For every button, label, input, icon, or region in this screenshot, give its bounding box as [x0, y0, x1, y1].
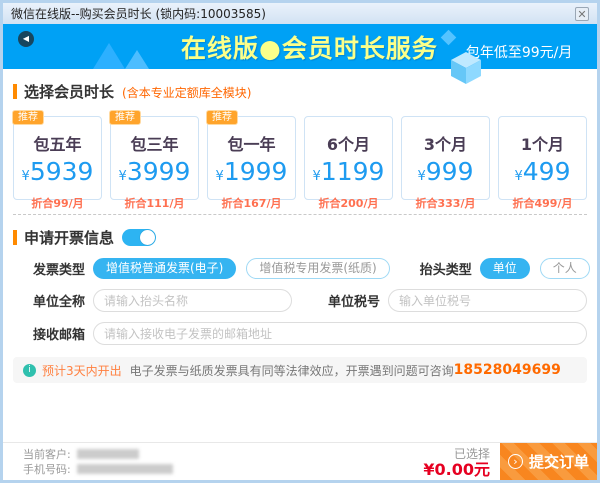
tax-number-group: 单位税号 [308, 289, 587, 312]
price-value: 3999 [127, 157, 191, 186]
plan-card-6month[interactable]: 6个月 ¥1199 折合200/月 [304, 116, 393, 200]
price-value: 999 [426, 157, 474, 186]
plan-section-note: (含本专业定额库全模块) [122, 82, 251, 101]
plan-name: 3个月 [402, 131, 489, 155]
plan-card-1year[interactable]: 推荐 包一年 ¥1999 折合167/月 [207, 116, 296, 200]
plan-name: 包五年 [14, 131, 101, 155]
plan-card-3year[interactable]: 推荐 包三年 ¥3999 折合111/月 [110, 116, 199, 200]
invoice-notice: i 预计3天内开出 电子发票与纸质发票具有同等法律效应，开票遇到问题可咨询 18… [13, 357, 587, 383]
currency-symbol: ¥ [216, 169, 224, 184]
plan-cards: 推荐 包五年 ¥5939 折合99/月 推荐 包三年 ¥3999 折合111/月… [13, 116, 587, 200]
info-icon: i [23, 364, 36, 377]
plan-price: ¥5939 [14, 159, 101, 190]
plan-name: 包一年 [208, 131, 295, 155]
banner-header: ◀ 在线版●会员时长服务 包年低至99元/月 [3, 24, 597, 69]
header-type-personal[interactable]: 个人 [540, 258, 590, 279]
plan-per-month: 折合167/月 [208, 195, 295, 211]
email-input[interactable] [93, 322, 587, 345]
customer-label: 当前客户: [23, 447, 71, 462]
plan-per-month: 折合99/月 [14, 195, 101, 211]
email-row: 接收邮箱 [13, 322, 587, 345]
triangle-decoration [93, 43, 125, 69]
selected-amount: ¥0.00元 [423, 462, 490, 478]
customer-name-redacted [77, 449, 139, 459]
header-subtitle: 包年低至99元/月 [466, 42, 573, 62]
selection-summary: 已选择 ¥0.00元 [423, 446, 490, 478]
dialog-content: 选择会员时长 (含本专业定额库全模块) 推荐 包五年 ¥5939 折合99/月 … [3, 81, 597, 383]
company-name-label: 单位全称 [13, 291, 85, 310]
notice-phone: 18528049699 [454, 362, 561, 378]
toggle-knob [140, 230, 155, 245]
section-divider [13, 214, 587, 215]
invoice-type-paper[interactable]: 增值税专用发票(纸质) [246, 258, 389, 279]
notice-highlight: 预计3天内开出 [42, 362, 122, 379]
customer-phone-redacted [77, 464, 173, 474]
company-name-input[interactable] [93, 289, 292, 312]
submit-label: 提交订单 [529, 451, 589, 472]
triangle-decoration [125, 50, 149, 69]
window-title: 微信在线版--购买会员时长 (锁内码:10003585) [11, 5, 575, 22]
page-title: 在线版●会员时长服务 [181, 29, 438, 65]
recommend-badge: 推荐 [109, 110, 141, 125]
plan-price: ¥3999 [111, 159, 198, 190]
plan-card-3month[interactable]: 3个月 ¥999 折合333/月 [401, 116, 490, 200]
plan-per-month: 折合333/月 [402, 195, 489, 211]
plan-card-1month[interactable]: 1个月 ¥499 折合499/月 [498, 116, 587, 200]
section-bar [13, 84, 17, 99]
recommend-badge: 推荐 [206, 110, 238, 125]
tax-number-input[interactable] [388, 289, 587, 312]
header-type-company[interactable]: 单位 [480, 258, 530, 279]
plan-name: 6个月 [305, 131, 392, 155]
invoice-toggle[interactable] [122, 229, 156, 246]
purchase-dialog: 微信在线版--购买会员时长 (锁内码:10003585) ✕ ◀ 在线版●会员时… [0, 0, 600, 483]
email-label: 接收邮箱 [13, 324, 85, 343]
section-bar [13, 230, 17, 245]
invoice-type-electronic[interactable]: 增值税普通发票(电子) [93, 258, 236, 279]
diamond-decoration [441, 30, 457, 46]
invoice-type-row: 发票类型 增值税普通发票(电子) 增值税专用发票(纸质) 抬头类型 单位 个人 [13, 258, 587, 279]
invoice-section-header: 申请开票信息 [13, 227, 587, 248]
plan-per-month: 折合111/月 [111, 195, 198, 211]
phone-label: 手机号码: [23, 462, 71, 477]
price-value: 1199 [321, 157, 385, 186]
plan-per-month: 折合499/月 [499, 195, 586, 211]
company-tax-row: 单位全称 单位税号 [13, 289, 587, 312]
price-value: 5939 [30, 157, 94, 186]
price-value: 1999 [224, 157, 288, 186]
company-name-group: 单位全称 [13, 289, 292, 312]
plan-card-5year[interactable]: 推荐 包五年 ¥5939 折合99/月 [13, 116, 102, 200]
currency-symbol: ¥ [313, 169, 321, 184]
invoice-type-label: 发票类型 [13, 259, 85, 278]
customer-info: 当前客户: 手机号码: [23, 447, 173, 477]
plan-name: 1个月 [499, 131, 586, 155]
notice-text: 电子发票与纸质发票具有同等法律效应，开票遇到问题可咨询 [130, 362, 454, 379]
currency-symbol: ¥ [418, 169, 426, 184]
plan-name: 包三年 [111, 131, 198, 155]
header-type-label: 抬头类型 [400, 259, 472, 278]
plan-section-title: 选择会员时长 [24, 81, 114, 102]
price-value: 499 [523, 157, 571, 186]
submit-order-button[interactable]: › 提交订单 [500, 443, 597, 480]
currency-symbol: ¥ [119, 169, 127, 184]
title-bar: 微信在线版--购买会员时长 (锁内码:10003585) ✕ [3, 3, 597, 24]
plan-price: ¥999 [402, 159, 489, 190]
currency-symbol: ¥ [22, 169, 30, 184]
arrow-circle-icon: › [508, 454, 523, 469]
cube-decoration [451, 52, 481, 88]
dialog-footer: 当前客户: 手机号码: 已选择 ¥0.00元 › 提交订单 [3, 442, 597, 480]
plan-price: ¥1199 [305, 159, 392, 190]
plan-per-month: 折合200/月 [305, 195, 392, 211]
tax-number-label: 单位税号 [308, 291, 380, 310]
plan-price: ¥499 [499, 159, 586, 190]
currency-symbol: ¥ [515, 169, 523, 184]
invoice-section-title: 申请开票信息 [24, 227, 114, 248]
back-button[interactable]: ◀ [18, 31, 34, 47]
close-icon[interactable]: ✕ [575, 7, 589, 21]
plan-section-header: 选择会员时长 (含本专业定额库全模块) [13, 81, 587, 102]
plan-price: ¥1999 [208, 159, 295, 190]
recommend-badge: 推荐 [12, 110, 44, 125]
